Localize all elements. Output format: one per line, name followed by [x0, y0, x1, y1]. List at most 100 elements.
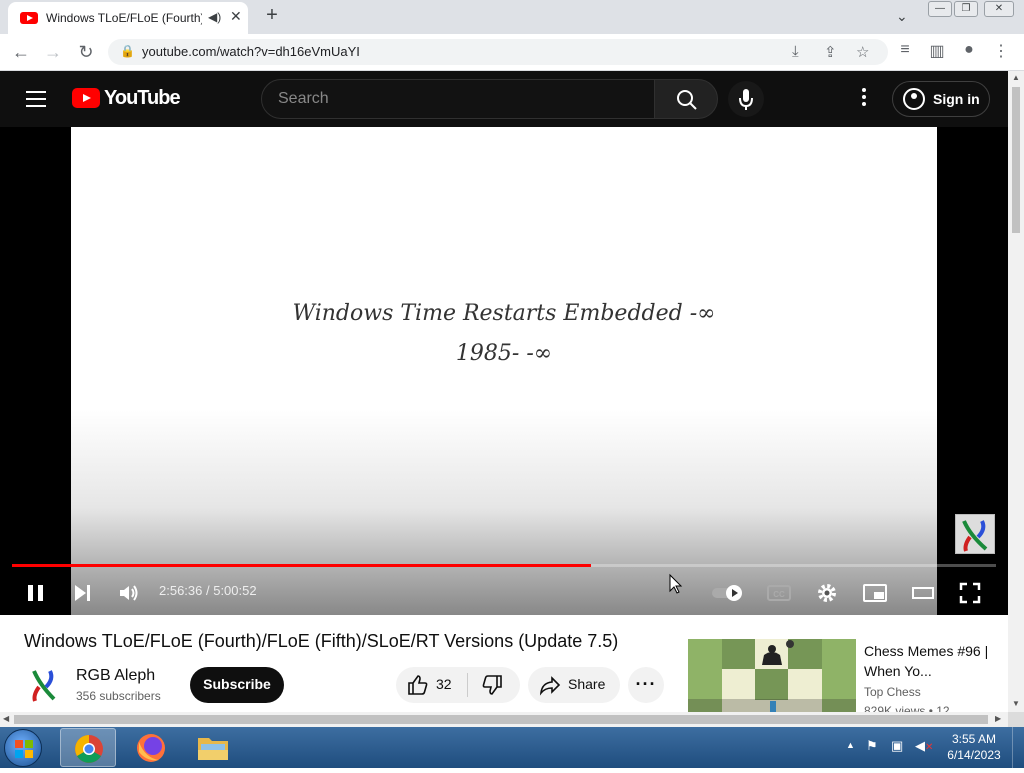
- search-button[interactable]: [654, 79, 718, 119]
- scroll-up-arrow-icon[interactable]: ▲: [1012, 73, 1020, 82]
- more-dots-icon: ···: [635, 674, 657, 694]
- voice-search-button[interactable]: [728, 81, 764, 117]
- install-icon[interactable]: ⤓: [792, 43, 799, 60]
- scroll-down-arrow-icon[interactable]: ▼: [1012, 699, 1020, 708]
- system-clock[interactable]: 3:55 AM 6/14/2023: [942, 731, 1006, 763]
- channel-avatar[interactable]: [26, 665, 64, 703]
- address-bar[interactable]: 🔒 youtube.com/watch?v=dh16eVmUaYI ⤓ ⇪ ☆: [108, 39, 888, 65]
- account-circle-icon: [903, 88, 925, 110]
- recommended-channel[interactable]: Top Chess: [864, 685, 921, 699]
- bookmark-star-icon[interactable]: ☆: [856, 43, 869, 61]
- search-icon: [677, 90, 697, 110]
- thumbs-down-icon[interactable]: [480, 673, 504, 697]
- windows-taskbar: ▲ ⚑ ▣ ◀✕ 3:55 AM 6/14/2023: [0, 727, 1024, 768]
- browser-toolbar: ← → ↻ 🔒 youtube.com/watch?v=dh16eVmUaYI …: [0, 34, 1024, 71]
- show-desktop-button[interactable]: [1012, 727, 1024, 768]
- settings-gear-icon[interactable]: [815, 581, 839, 605]
- subscribe-label: Subscribe: [203, 676, 271, 692]
- side-panel-icon[interactable]: ▥: [926, 41, 948, 61]
- tab-search-chevron-icon[interactable]: ⌄: [896, 8, 908, 25]
- channel-watermark-icon[interactable]: [955, 514, 995, 554]
- youtube-page: YouTube Search Sign in Windows Time Rest…: [0, 71, 1008, 712]
- video-screen-text-2: 1985- -∞: [455, 341, 553, 366]
- recommended-title[interactable]: Chess Memes #96 | When Yo...: [864, 641, 996, 681]
- search-input[interactable]: Search: [261, 79, 655, 119]
- firefox-icon: [137, 734, 165, 762]
- scroll-left-arrow-icon[interactable]: ◀: [3, 714, 9, 723]
- taskbar-chrome[interactable]: [60, 728, 116, 767]
- forward-arrow-icon[interactable]: →: [42, 41, 64, 63]
- lock-icon[interactable]: 🔒: [120, 44, 135, 58]
- svg-text:CC: CC: [773, 590, 785, 599]
- browser-titlebar: Windows TLoE/FLoE (Fourth) ◀) ✕ + ⌄ — ❐ …: [0, 0, 1024, 34]
- recommended-thumbnail[interactable]: [688, 639, 856, 712]
- youtube-favicon-icon: [20, 12, 38, 24]
- share-button[interactable]: Share: [528, 667, 620, 703]
- tab-close-icon[interactable]: ✕: [230, 8, 242, 25]
- restore-button[interactable]: ❐: [954, 1, 978, 17]
- sign-in-label: Sign in: [933, 91, 980, 107]
- video-frame[interactable]: Windows Time Restarts Embedded -∞ 1985- …: [71, 127, 937, 615]
- reload-icon[interactable]: ↻: [75, 41, 97, 63]
- progress-bar[interactable]: [12, 564, 996, 567]
- youtube-logo-icon[interactable]: [72, 88, 100, 108]
- progress-played: [12, 564, 591, 567]
- share-arrow-icon: [539, 676, 561, 696]
- sign-in-button[interactable]: Sign in: [892, 81, 990, 117]
- browser-menu-icon[interactable]: ⋮: [990, 41, 1012, 61]
- folder-icon: [198, 738, 228, 760]
- subtitles-icon[interactable]: CC: [766, 581, 792, 605]
- vertical-scroll-thumb[interactable]: [1012, 87, 1020, 233]
- youtube-logo-text[interactable]: YouTube: [104, 87, 181, 110]
- horizontal-scrollbar[interactable]: ◀ ▶: [0, 712, 1008, 727]
- microphone-icon: [739, 89, 753, 110]
- taskbar-explorer[interactable]: [185, 728, 241, 767]
- video-details: Windows TLoE/FLoE (Fourth)/FLoE (Fifth)/…: [0, 615, 1008, 712]
- horizontal-scroll-thumb[interactable]: [14, 715, 988, 724]
- next-icon[interactable]: [70, 581, 94, 605]
- tab-audio-icon[interactable]: ◀): [208, 10, 221, 24]
- video-player[interactable]: Windows Time Restarts Embedded -∞ 1985- …: [0, 127, 1008, 615]
- recommended-views: 829K views • 12: [864, 704, 950, 712]
- subscribe-button[interactable]: Subscribe: [190, 667, 284, 703]
- profile-icon[interactable]: ●: [958, 41, 980, 59]
- new-tab-button[interactable]: +: [260, 4, 284, 27]
- miniplayer-icon[interactable]: [862, 581, 888, 605]
- network-icon[interactable]: ▣: [891, 738, 903, 754]
- action-center-flag-icon[interactable]: ⚑: [866, 738, 878, 754]
- like-dislike-group: 32: [396, 667, 520, 703]
- youtube-header: YouTube Search Sign in: [0, 71, 1008, 127]
- like-count[interactable]: 32: [436, 676, 452, 692]
- thumbs-up-icon[interactable]: [406, 673, 430, 697]
- pause-icon[interactable]: [24, 581, 48, 605]
- hamburger-menu-icon[interactable]: [26, 91, 46, 107]
- settings-menu-icon[interactable]: [856, 88, 872, 110]
- chrome-icon: [75, 735, 103, 763]
- share-page-icon[interactable]: ⇪: [824, 43, 837, 61]
- windows-logo-icon: [15, 740, 33, 758]
- video-title: Windows TLoE/FLoE (Fourth)/FLoE (Fifth)/…: [24, 631, 619, 651]
- scroll-right-arrow-icon[interactable]: ▶: [995, 714, 1001, 723]
- clock-date: 6/14/2023: [947, 748, 1001, 762]
- volume-muted-icon[interactable]: ◀✕: [915, 738, 933, 754]
- close-window-button[interactable]: ✕: [984, 1, 1014, 17]
- subscriber-count: 356 subscribers: [76, 689, 161, 703]
- volume-icon[interactable]: [117, 581, 141, 605]
- browser-tab[interactable]: Windows TLoE/FLoE (Fourth) ◀) ✕: [8, 2, 248, 34]
- url-text[interactable]: youtube.com/watch?v=dh16eVmUaYI: [142, 44, 360, 59]
- channel-name[interactable]: RGB Aleph: [76, 667, 155, 685]
- taskbar-firefox[interactable]: [123, 728, 179, 767]
- more-actions-button[interactable]: ···: [628, 667, 664, 703]
- theater-mode-icon[interactable]: [910, 581, 936, 605]
- back-arrow-icon[interactable]: ←: [10, 41, 32, 63]
- clock-time: 3:55 AM: [951, 732, 997, 746]
- start-button[interactable]: [4, 729, 42, 767]
- show-hidden-icons-icon[interactable]: ▲: [846, 740, 855, 750]
- minimize-button[interactable]: —: [928, 1, 952, 17]
- vertical-scrollbar[interactable]: ▲ ▼: [1008, 71, 1024, 712]
- fullscreen-icon[interactable]: [958, 581, 982, 605]
- autoplay-toggle-icon[interactable]: [710, 581, 746, 605]
- share-label: Share: [568, 676, 606, 692]
- media-queue-icon[interactable]: ≡: [894, 41, 916, 59]
- search-placeholder: Search: [278, 90, 329, 107]
